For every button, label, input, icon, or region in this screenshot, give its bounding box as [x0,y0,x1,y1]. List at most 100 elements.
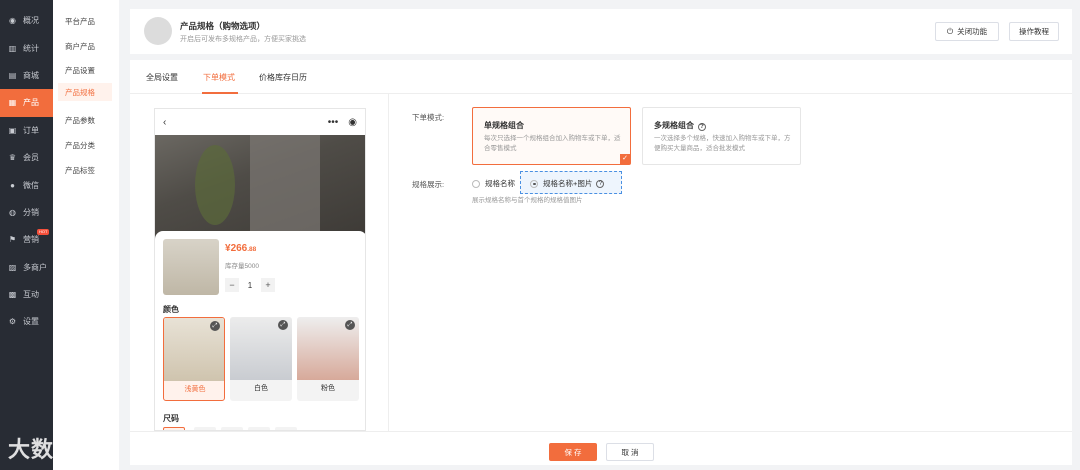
spec-sheet: ¥266.88 库存量5000 − 1 + 颜色 ⤢ 浅黄色 ⤢ 白色 ⤢ 粉色 [155,231,365,430]
merchant-icon: ▨ [8,262,17,272]
main-sidebar: ◉ 概况 ▥ 统计 ▤ 商城 ▦ 产品 ▣ 订单 ♛ 会员 ● 微信 ◍ 分销 ⚑ 营销 HOT ▨ 多商户 ▩ 互动 ⚙ 设置 [0,0,53,470]
cancel-button[interactable]: 取 消 [606,443,654,461]
color-name: 浅黄色 [184,386,206,393]
sidebar-item-settings[interactable]: ⚙ 设置 [0,308,53,335]
back-icon[interactable]: ‹ [163,117,166,128]
sidebar-item-product[interactable]: ▦ 产品 [0,89,53,117]
sidebar-item-label: 分销 [23,207,39,217]
color-label: 颜色 [163,305,179,314]
zoom-icon[interactable]: ⤢ [345,320,355,330]
option-desc: 一次选择多个规格，快速加入购物车或下单，方便购买大量商品，适合批发模式 [654,135,791,152]
preview-divider [388,94,389,431]
action-footer: 保 存 取 消 [130,431,1072,465]
sidebar-item-label: 订单 [23,125,39,135]
sidebar-item-stats[interactable]: ▥ 统计 [0,34,53,61]
product-thumbnail [163,239,219,295]
page-header: 产品规格（购物选项） 开启后可发布多规格产品，方便买家挑选 ⏻ 关闭功能 操作教… [130,9,1072,54]
sidebar-item-shop[interactable]: ▤ 商城 [0,62,53,89]
radio-circle [472,179,480,188]
submenu-item[interactable]: 产品分类 [53,133,119,158]
submenu-item[interactable]: 平台产品 [53,9,119,34]
distribution-icon: ◍ [9,207,16,217]
sidebar-item-wechat[interactable]: ● 微信 [0,171,53,198]
page-title: 产品规格（购物选项） [180,21,266,31]
radio-spec-name-image[interactable]: 规格名称+图片 ? [530,178,605,189]
tab-bar: 全局设置 下单模式 价格库存日历 [130,60,1072,94]
sidebar-item-interact[interactable]: ▩ 互动 [0,281,53,308]
help-icon[interactable]: ? [596,179,605,188]
tutorial-button[interactable]: 操作教程 [1009,22,1059,41]
color-option-pink[interactable]: ⤢ 粉色 [297,317,359,401]
sidebar-item-order[interactable]: ▣ 订单 [0,117,53,144]
zoom-icon[interactable]: ⤢ [210,321,220,331]
submenu-item[interactable]: 产品标签 [53,158,119,183]
quantity-value: 1 [247,280,253,290]
sidebar-item-marketing[interactable]: ⚑ 营销 HOT [0,226,53,253]
sidebar-item-label: 微信 [23,180,39,190]
tab-price-calendar[interactable]: 价格库存日历 [259,72,307,83]
radio-label: 规格名称+图片 [543,179,593,188]
sidebar-item-label: 产品 [23,98,39,108]
dashboard-icon: ◉ [9,16,16,26]
selected-check-icon: ✓ [620,154,630,164]
color-name: 粉色 [321,385,335,392]
sidebar-item-label: 会员 [23,153,39,163]
power-icon: ⏻ [946,26,954,36]
quantity-stepper: − 1 + [225,278,275,292]
order-icon: ▣ [8,125,17,135]
order-mode-label: 下单模式: [412,113,445,122]
phone-preview: ‹ ••• ◉ ¥266.88 库存量5000 − 1 + 颜色 ⤢ 浅黄色 ⤢… [154,108,366,431]
color-option-white[interactable]: ⤢ 白色 [230,317,292,401]
product-icon: ▦ [8,98,17,108]
phone-nav-bar: ‹ ••• ◉ [155,109,365,135]
display-label: 规格展示: [412,180,445,189]
submenu-item[interactable]: 商户产品 [53,34,119,59]
marketing-icon: ⚑ [8,235,17,245]
tab-global-settings[interactable]: 全局设置 [146,72,178,83]
member-icon: ♛ [8,153,17,163]
product-photo [155,135,365,240]
option-desc: 每次只选择一个规格组合加入购物车或下单，适合零售模式 [484,135,621,152]
sidebar-item-member[interactable]: ♛ 会员 [0,144,53,171]
submenu-item[interactable]: 产品设置 [53,59,119,84]
color-name: 白色 [254,385,268,392]
save-button[interactable]: 保 存 [549,443,597,461]
single-spec-option[interactable]: 单规格组合 每次只选择一个规格组合加入购物车或下单，适合零售模式 ✓ [472,107,631,165]
close-feature-button[interactable]: ⏻ 关闭功能 [935,22,999,41]
multi-spec-option[interactable]: 多规格组合? 一次选择多个规格，快速加入购物车或下单，方便购买大量商品，适合批发… [642,107,801,165]
option-title: 多规格组合? [654,120,706,131]
increment-button[interactable]: + [261,278,275,292]
product-submenu: 平台产品 商户产品 产品设置 产品规格产品参数 产品分类 产品标签 [53,0,119,470]
color-option-yellow[interactable]: ⤢ 浅黄色 [163,317,225,401]
submenu-item[interactable]: 产品参数 [53,108,119,133]
feature-avatar [144,17,172,45]
sidebar-item-merchant[interactable]: ▨ 多商户 [0,254,53,281]
more-icon[interactable]: ••• [328,117,339,128]
display-hint: 展示规格名称与首个规格的规格值图片 [472,197,583,204]
sidebar-item-label: 营销 [23,235,39,245]
sidebar-item-distribution[interactable]: ◍ 分销 [0,199,53,226]
decrement-button[interactable]: − [225,278,239,292]
sidebar-item-label: 统计 [23,43,39,53]
sidebar-item-label: 多商户 [23,262,47,272]
main-panel: 全局设置 下单模式 价格库存日历 ‹ ••• ◉ ¥266.88 库存量5000… [130,60,1072,465]
help-icon[interactable]: ? [698,123,706,131]
sidebar-item-label: 设置 [23,317,39,327]
sidebar-item-label: 商城 [23,70,39,80]
target-icon[interactable]: ◉ [348,117,357,128]
size-label: 尺码 [163,414,179,423]
page-subtitle: 开启后可发布多规格产品，方便买家挑选 [180,36,306,43]
product-price: ¥266.88 [225,243,257,254]
sidebar-item-dashboard[interactable]: ◉ 概况 [0,7,53,34]
radio-circle [530,179,538,188]
sidebar-item-label: 概况 [23,16,39,26]
tab-order-mode[interactable]: 下单模式 [203,72,235,83]
zoom-icon[interactable]: ⤢ [278,320,288,330]
settings-icon: ⚙ [8,317,17,327]
radio-spec-name[interactable]: 规格名称 [472,178,515,189]
submenu-item[interactable]: 产品规格 [58,83,112,102]
stock-text: 库存量5000 [225,263,259,270]
watermark-logo: 大数跨境 [8,437,101,462]
wechat-icon: ● [10,180,15,190]
interact-icon: ▩ [8,290,17,300]
